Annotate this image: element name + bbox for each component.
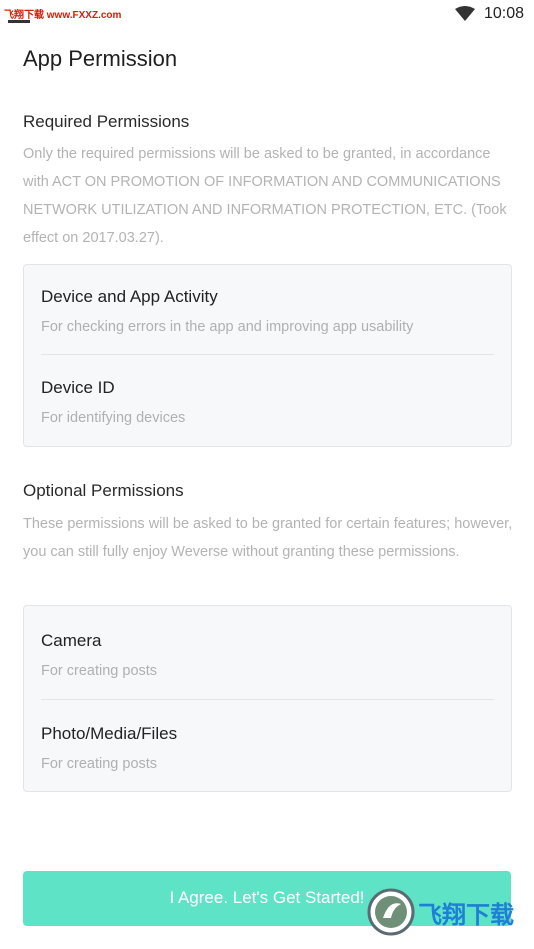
- notification-indicator: [8, 20, 30, 23]
- permission-name: Photo/Media/Files: [41, 724, 178, 743]
- required-permissions-description: Only the required permissions will be as…: [23, 146, 507, 246]
- status-bar: 飞翔下载 www.FXXZ.com 10:08: [0, 0, 534, 28]
- status-time: 10:08: [484, 5, 525, 22]
- optional-permissions-title: Optional Permissions: [23, 481, 184, 500]
- permission-name: Device and App Activity: [41, 287, 218, 306]
- watermark-url: WWW.FXXZ.COM: [421, 924, 520, 938]
- permission-item-camera: Camera For creating posts: [41, 631, 494, 681]
- page-title: App Permission: [23, 46, 178, 71]
- watermark-top-text: 飞翔下载 www.FXXZ.com: [4, 10, 122, 21]
- permission-item-device-app-activity: Device and App Activity For checking err…: [41, 287, 494, 337]
- permission-item-photo-media-files: Photo/Media/Files For creating posts: [41, 724, 494, 774]
- required-permissions-title: Required Permissions: [23, 112, 190, 131]
- permission-description: For creating posts: [41, 663, 158, 679]
- permission-description: For identifying devices: [41, 410, 186, 426]
- optional-permissions-description: These permissions will be asked to be gr…: [23, 516, 513, 560]
- permission-divider: [41, 354, 494, 355]
- optional-permissions-card: Camera For creating posts Photo/Media/Fi…: [23, 605, 512, 792]
- permission-divider: [41, 699, 494, 700]
- permission-name: Device ID: [41, 378, 115, 397]
- permission-description: For checking errors in the app and impro…: [41, 319, 414, 335]
- permission-item-device-id: Device ID For identifying devices: [41, 378, 494, 428]
- required-permissions-card: Device and App Activity For checking err…: [23, 264, 512, 447]
- permission-name: Camera: [41, 631, 102, 650]
- wifi-icon: [455, 6, 475, 21]
- watermark-logo: [367, 888, 415, 936]
- permission-description: For creating posts: [41, 756, 158, 772]
